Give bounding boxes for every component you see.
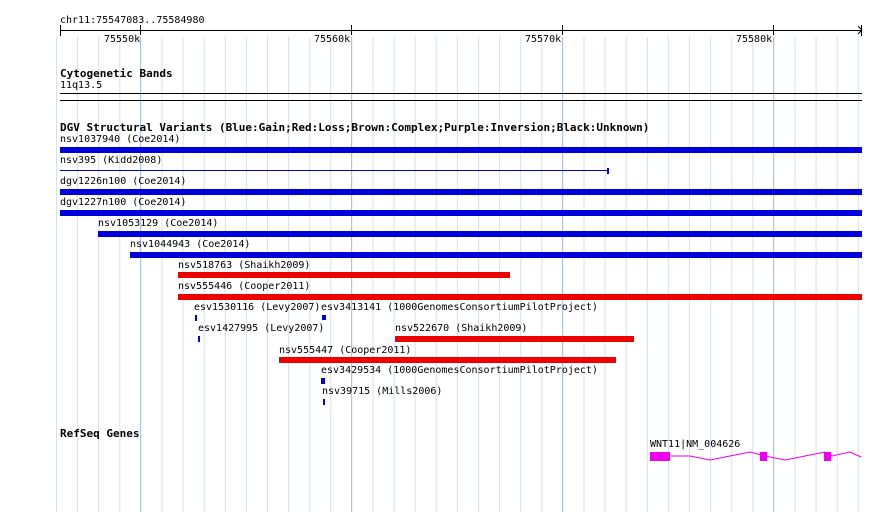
cytoband-label[interactable]: 11q13.5 xyxy=(60,80,102,92)
ruler-tick-label: 75570k xyxy=(525,34,562,45)
variant-bar[interactable] xyxy=(130,252,862,258)
variant-label[interactable]: nsv555447 (Cooper2011) xyxy=(279,345,411,357)
variant-bar[interactable] xyxy=(195,315,197,321)
gene-model-wnt11[interactable] xyxy=(640,446,870,466)
cytoband-track-title: Cytogenetic Bands xyxy=(60,67,173,80)
cytoband-top-line xyxy=(60,93,862,94)
variant-bar[interactable] xyxy=(60,170,609,171)
variant-bar[interactable] xyxy=(321,378,325,384)
variant-label[interactable]: esv3413141 (1000GenomesConsortiumPilotPr… xyxy=(321,302,598,314)
variant-label[interactable]: esv3429534 (1000GenomesConsortiumPilotPr… xyxy=(321,365,598,377)
variant-bar[interactable] xyxy=(323,399,325,405)
variant-bar[interactable] xyxy=(60,147,862,153)
variant-label[interactable]: esv1530116 (Levy2007) xyxy=(194,302,320,314)
dgv-track-title: DGV Structural Variants (Blue:Gain;Red:L… xyxy=(60,121,650,134)
variant-bar[interactable] xyxy=(395,336,634,342)
variant-label[interactable]: nsv555446 (Cooper2011) xyxy=(178,281,310,293)
variant-bar[interactable] xyxy=(322,315,326,320)
variant-label[interactable]: nsv395 (Kidd2008) xyxy=(60,155,162,167)
variant-bar[interactable] xyxy=(178,272,510,278)
cytoband-bottom-line xyxy=(60,100,862,101)
variant-label[interactable]: nsv518763 (Shaikh2009) xyxy=(178,260,310,272)
ruler-tick-label: 75580k xyxy=(736,34,773,45)
variant-label[interactable]: nsv522670 (Shaikh2009) xyxy=(395,323,527,335)
variant-label[interactable]: dgv1226n100 (Coe2014) xyxy=(60,176,186,188)
variant-bar[interactable] xyxy=(198,336,200,342)
variant-bar[interactable] xyxy=(279,357,616,363)
variant-bar[interactable] xyxy=(98,231,862,237)
variant-label[interactable]: nsv1053129 (Coe2014) xyxy=(98,218,218,230)
variant-bar[interactable] xyxy=(178,294,862,300)
variant-bar-end xyxy=(607,168,609,174)
variant-label[interactable]: nsv1037940 (Coe2014) xyxy=(60,134,180,146)
variant-label[interactable]: esv1427995 (Levy2007) xyxy=(198,323,324,335)
variant-label[interactable]: nsv1044943 (Coe2014) xyxy=(130,239,250,251)
refseq-track-title: RefSeq Genes xyxy=(60,427,140,440)
variant-bar[interactable] xyxy=(60,189,862,195)
ruler-tick-label: 75560k xyxy=(314,34,351,45)
variant-label[interactable]: dgv1227n100 (Coe2014) xyxy=(60,197,186,209)
variant-label[interactable]: nsv39715 (Mills2006) xyxy=(322,386,442,398)
variant-bar[interactable] xyxy=(60,210,862,216)
ruler-tick-label: 75550k xyxy=(104,34,141,45)
